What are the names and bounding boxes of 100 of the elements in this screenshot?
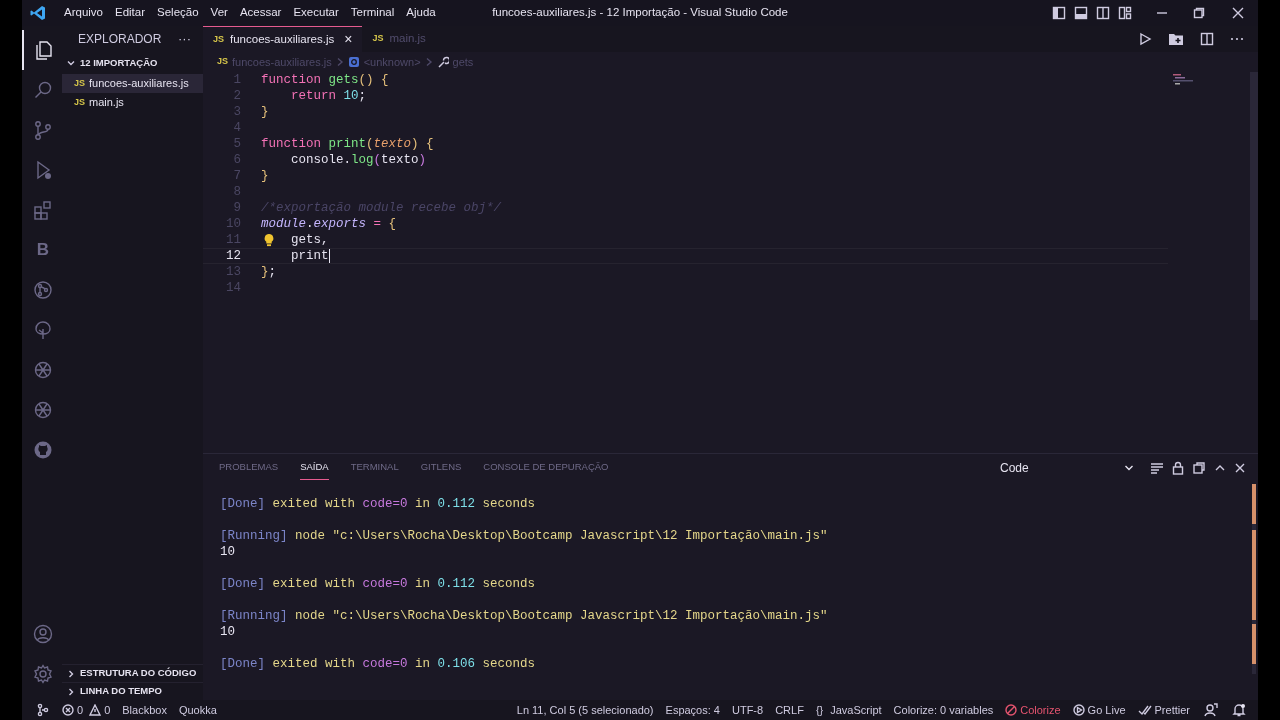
lightbulb-icon[interactable] — [263, 233, 275, 247]
editor-tab[interactable]: JS main.js — [362, 26, 436, 52]
leaf-icon[interactable] — [32, 319, 54, 341]
split-layout-icon[interactable] — [1096, 6, 1110, 20]
window-title: funcoes-auxiliares.js - 12 Importação - Visual Studio Code — [492, 5, 788, 21]
menu-item[interactable]: Terminal — [344, 4, 401, 22]
line-number: 3 — [232, 103, 241, 121]
chevron-icon — [424, 57, 433, 67]
blocks-icon[interactable] — [32, 199, 54, 221]
code-line: console.log(texto) — [291, 151, 427, 169]
menu-item[interactable]: Ver — [204, 4, 234, 22]
channel-dropdown[interactable]: Code — [998, 459, 1138, 477]
menu-item[interactable]: Arquivo — [58, 4, 109, 22]
clear-output-icon[interactable] — [1150, 461, 1164, 475]
restore-icon[interactable] — [1193, 7, 1205, 19]
run-icon[interactable] — [1138, 32, 1152, 46]
panel-tab[interactable]: TERMINAL — [350, 456, 399, 480]
output-line: [Running] node "c:\Users\Rocha\Desktop\Bootcamp Javascript\12 Importação\main.js" — [220, 608, 829, 624]
knot-icon[interactable] — [32, 359, 54, 381]
line-number: 10 — [225, 215, 241, 233]
output-line: 10 — [220, 624, 236, 640]
feedback-icon[interactable] — [1204, 703, 1218, 717]
status-item[interactable]: CRLF — [775, 701, 804, 719]
status-item[interactable]: Colorize: 0 variables — [893, 701, 994, 719]
code-line: function gets() { — [261, 71, 389, 89]
new-folder-icon[interactable] — [1168, 32, 1184, 46]
menu-item[interactable]: Editar — [109, 4, 152, 22]
error-icon — [62, 704, 74, 716]
close-panel-icon[interactable] — [1234, 462, 1246, 474]
language-status[interactable]: {} JavaScript — [815, 701, 882, 719]
wrench-icon — [436, 56, 449, 68]
more-button[interactable]: ··· — [178, 29, 191, 49]
editor-tab[interactable]: JS funcoes-auxiliares.js × — [203, 26, 363, 52]
colorize-status[interactable]: Colorize — [1005, 701, 1061, 719]
menu-item[interactable]: Ajuda — [400, 4, 442, 22]
split-editor-icon[interactable] — [1200, 32, 1214, 46]
code-line: } — [261, 103, 269, 121]
double-check-icon — [1137, 704, 1152, 716]
line-number: 13 — [225, 263, 241, 281]
go-live-status[interactable]: Go Live — [1072, 701, 1126, 719]
chevron-icon[interactable] — [66, 668, 76, 679]
warning-icon — [89, 704, 102, 716]
chevron-icon[interactable] — [66, 58, 76, 68]
object-icon — [347, 56, 360, 68]
sidebar-title: EXPLORADOR — [78, 31, 162, 48]
status-item[interactable]: Blackbox — [122, 701, 167, 719]
prettier-status[interactable]: Prettier — [1137, 701, 1190, 719]
remote-icon[interactable] — [36, 703, 50, 717]
lock-icon[interactable] — [1172, 461, 1184, 475]
line-number: 7 — [232, 167, 241, 185]
status-item[interactable]: Ln 11, Col 5 (5 selecionado) — [516, 701, 654, 719]
chevron-icon[interactable] — [66, 686, 76, 697]
custom-layout-icon[interactable] — [1118, 6, 1132, 20]
line-number: 9 — [232, 199, 241, 217]
output-line: [Done] exited with code=0 in 0.112 seconds — [220, 576, 537, 592]
status-item[interactable]: Quokka — [178, 701, 217, 719]
settings-icon[interactable] — [32, 663, 54, 685]
output-line: 10 — [220, 544, 236, 560]
line-number: 11 — [225, 231, 241, 249]
panel-layout-icon[interactable] — [1074, 6, 1088, 20]
close-tab-button[interactable]: × — [344, 29, 353, 50]
line-number: 4 — [232, 119, 241, 137]
menu-item[interactable]: Executar — [287, 4, 345, 22]
code-line: module.exports = { — [261, 215, 397, 233]
problems-status[interactable]: 0 0 — [62, 701, 111, 719]
branch-icon[interactable] — [32, 119, 54, 141]
panel-tab[interactable]: GITLENS — [420, 456, 462, 480]
code-line: }; — [261, 263, 277, 281]
line-number: 1 — [232, 71, 241, 89]
knot-icon[interactable] — [32, 399, 54, 421]
panel-tab[interactable]: SAÍDA — [300, 456, 329, 480]
status-item[interactable]: Espaços: 4 — [665, 701, 720, 719]
status-item[interactable]: UTF-8 — [731, 701, 764, 719]
file-item[interactable]: JS funcoes-auxiliares.js — [62, 74, 203, 93]
close-icon[interactable] — [1232, 7, 1244, 19]
maximize-panel-icon[interactable] — [1192, 461, 1206, 475]
file-type-label: JS — [217, 55, 228, 69]
line-number: 12 — [225, 247, 241, 265]
section-header[interactable]: LINHA DO TEMPO — [80, 684, 162, 699]
file-item[interactable]: JS main.js — [62, 93, 203, 112]
account-icon[interactable] — [32, 623, 54, 645]
panel-tab[interactable]: PROBLEMAS — [219, 456, 279, 480]
app-logo-icon — [30, 5, 46, 21]
code-line: return 10; — [291, 87, 367, 105]
scrollbar-thumb[interactable] — [1250, 72, 1258, 320]
line-number: 5 — [232, 135, 241, 153]
code-line: /*exportação module recebe obj*/ — [261, 199, 502, 217]
menu-item[interactable]: Seleção — [151, 4, 205, 22]
sidebar-layout-icon[interactable] — [1052, 6, 1066, 20]
folder-label[interactable]: 12 IMPORTAÇÃO — [80, 55, 158, 71]
notification-icon[interactable] — [1232, 703, 1246, 717]
broadcast-icon — [1072, 704, 1085, 716]
git-icon[interactable] — [32, 279, 54, 301]
round-logo-icon[interactable] — [32, 439, 54, 461]
section-header[interactable]: ESTRUTURA DO CÓDIGO — [80, 666, 197, 681]
panel-tab[interactable]: CONSOLE DE DEPURAÇÃO — [483, 456, 609, 480]
menu-item[interactable]: Acessar — [233, 4, 288, 22]
code-line: print — [291, 247, 329, 265]
output-line: [Running] node "c:\Users\Rocha\Desktop\Bootcamp Javascript\12 Importação\main.js" — [220, 528, 829, 544]
output-line: [Done] exited with code=0 in 0.106 seconds — [220, 656, 537, 672]
